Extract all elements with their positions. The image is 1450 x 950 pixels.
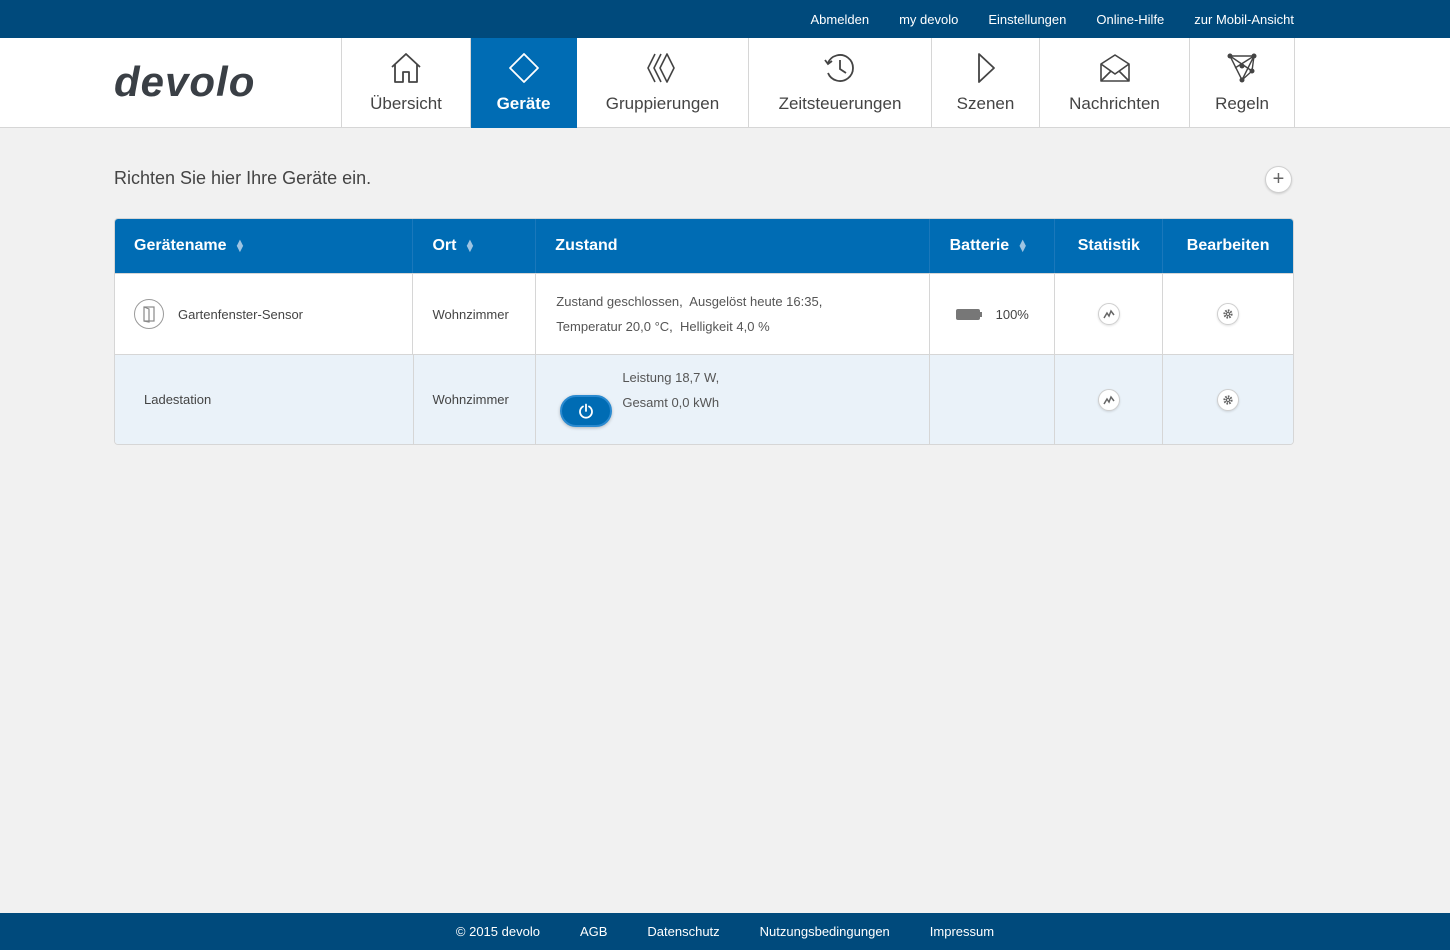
nav-messages-label: Nachrichten: [1069, 94, 1160, 113]
col-statistics: Statistik: [1055, 219, 1164, 273]
brightness-value: 4,0 %: [736, 319, 770, 334]
edit-cell: [1163, 274, 1293, 354]
nav-messages[interactable]: Nachrichten: [1040, 38, 1190, 128]
nav-scenes-label: Szenen: [956, 94, 1015, 113]
add-device-button[interactable]: +: [1265, 166, 1292, 193]
power-value: Leistung 18,7 W: [622, 369, 716, 385]
gear-icon: [1223, 394, 1233, 405]
chart-icon: [1103, 394, 1115, 404]
device-name-cell: Gartenfenster-Sensor: [115, 274, 414, 354]
col-battery-label: Batterie: [949, 237, 1010, 254]
clock-icon: [824, 54, 854, 82]
triggered-label: Ausgelöst: [689, 294, 747, 309]
state-cell: Zustand geschlossen, Ausgelöst heute 16:…: [536, 274, 930, 354]
copyright: © 2015 devolo: [455, 924, 540, 939]
door-sensor-icon: [134, 299, 164, 329]
triggered-value: heute 16:35: [750, 294, 819, 309]
rules-network-icon: [1227, 53, 1257, 83]
temperature-value: 20,0 °C: [625, 319, 670, 334]
statistics-cell: [1055, 274, 1164, 354]
battery-cell: 100%: [930, 274, 1056, 354]
logo-text: devolo: [114, 60, 255, 105]
edit-cell: [1163, 355, 1293, 444]
top-bar: Abmelden my devolo Einstellungen Online-…: [0, 0, 1450, 38]
nav-groups[interactable]: Gruppierungen: [577, 38, 749, 128]
state-label: Zustand: [556, 294, 604, 309]
footer: © 2015 devolo AGB Datenschutz Nutzungsbe…: [0, 913, 1450, 950]
temperature-label: Temperatur: [556, 319, 623, 334]
edit-button[interactable]: [1217, 388, 1240, 411]
col-location-label: Ort: [432, 237, 457, 254]
device-name[interactable]: Ladestation: [144, 392, 211, 407]
nav-schedules-label: Zeitsteuerungen: [778, 94, 902, 113]
device-diamond-icon: [508, 53, 539, 83]
settings-link[interactable]: Einstellungen: [988, 12, 1066, 27]
sort-icon[interactable]: ▲ ▼: [1017, 238, 1028, 255]
mobile-view-link[interactable]: zur Mobil-Ansicht: [1194, 12, 1294, 27]
table-row: Ladestation Wohnzimmer Leistung 18,7 W, …: [115, 354, 1293, 444]
col-edit: Bearbeiten: [1163, 219, 1293, 273]
terms-link[interactable]: Nutzungsbedingungen: [760, 924, 890, 939]
device-name-cell: Ladestation: [115, 355, 414, 444]
devolo-logo[interactable]: devolo: [114, 60, 289, 105]
agb-link[interactable]: AGB: [580, 924, 607, 939]
privacy-link[interactable]: Datenschutz: [647, 924, 719, 939]
nav-rules-label: Regeln: [1215, 94, 1269, 113]
online-help-link[interactable]: Online-Hilfe: [1096, 12, 1164, 27]
state-value: geschlossen: [606, 294, 680, 309]
col-state-label: Zustand: [555, 237, 618, 254]
nav-schedules[interactable]: Zeitsteuerungen: [749, 38, 932, 128]
col-state: Zustand: [536, 219, 930, 273]
col-location[interactable]: Ort ▲ ▼: [413, 219, 537, 273]
sort-icon[interactable]: ▲ ▼: [464, 238, 475, 255]
imprint-link[interactable]: Impressum: [930, 924, 994, 939]
col-battery[interactable]: Batterie ▲ ▼: [930, 219, 1056, 273]
sort-icon[interactable]: ▲ ▼: [235, 238, 246, 255]
state-text: Leistung 18,7 W, Gesamt 0,0 kWh: [612, 365, 719, 415]
location-cell: Wohnzimmer: [413, 274, 537, 354]
nav-groups-label: Gruppierungen: [605, 94, 720, 113]
statistics-button[interactable]: [1097, 303, 1120, 325]
col-device-name[interactable]: Gerätename ▲ ▼: [115, 219, 414, 273]
home-icon: [391, 53, 421, 83]
play-icon: [977, 53, 995, 83]
col-device-name-label: Gerätename: [134, 237, 227, 254]
nav-devices[interactable]: Geräte: [471, 38, 577, 128]
col-edit-label: Bearbeiten: [1186, 237, 1270, 254]
statistics-button[interactable]: [1097, 388, 1120, 411]
devices-table: Gerätename ▲ ▼ Ort ▲ ▼ Zustand Batterie ▲ ▼…: [114, 218, 1294, 445]
chart-icon: [1103, 309, 1115, 319]
nav-overview-label: Übersicht: [370, 94, 442, 113]
battery-cell: [930, 355, 1056, 444]
battery-value: 100%: [995, 306, 1029, 322]
state-line: Temperatur 20,0 °C, Helligkeit 4,0 %: [556, 319, 770, 334]
device-name[interactable]: Gartenfenster-Sensor: [178, 307, 303, 322]
my-devolo-link[interactable]: my devolo: [899, 12, 958, 27]
power-icon: [579, 403, 594, 419]
groups-icon: [646, 53, 675, 83]
power-toggle-button[interactable]: [560, 394, 613, 427]
gear-icon: [1223, 309, 1233, 319]
col-statistics-label: Statistik: [1077, 237, 1140, 254]
location-cell: Wohnzimmer: [414, 355, 537, 444]
header: devolo Übersicht Geräte Gruppierungen Ze…: [0, 38, 1450, 128]
logout-link[interactable]: Abmelden: [811, 12, 870, 27]
state-line: Zustand geschlossen, Ausgelöst heute 16:…: [556, 294, 823, 309]
nav-scenes[interactable]: Szenen: [932, 38, 1040, 128]
top-links: Abmelden my devolo Einstellungen Online-…: [781, 0, 1294, 38]
main-nav: Übersicht Geräte Gruppierungen Zeitsteue…: [341, 38, 1295, 128]
page-intro: Richten Sie hier Ihre Geräte ein.: [114, 168, 372, 188]
nav-devices-label: Geräte: [496, 94, 551, 113]
envelope-icon: [1099, 54, 1130, 82]
battery-icon: [955, 308, 982, 320]
edit-button[interactable]: [1217, 303, 1240, 325]
nav-rules[interactable]: Regeln: [1190, 38, 1295, 128]
energy-total: Gesamt 0,0 kWh: [622, 394, 720, 410]
state-cell: Leistung 18,7 W, Gesamt 0,0 kWh: [536, 355, 930, 444]
statistics-cell: [1055, 355, 1164, 444]
table-row: Gartenfenster-Sensor Wohnzimmer Zustand …: [115, 273, 1293, 354]
nav-overview[interactable]: Übersicht: [342, 38, 471, 128]
brightness-label: Helligkeit: [680, 319, 733, 334]
table-header: Gerätename ▲ ▼ Ort ▲ ▼ Zustand Batterie ▲ ▼…: [115, 219, 1293, 273]
